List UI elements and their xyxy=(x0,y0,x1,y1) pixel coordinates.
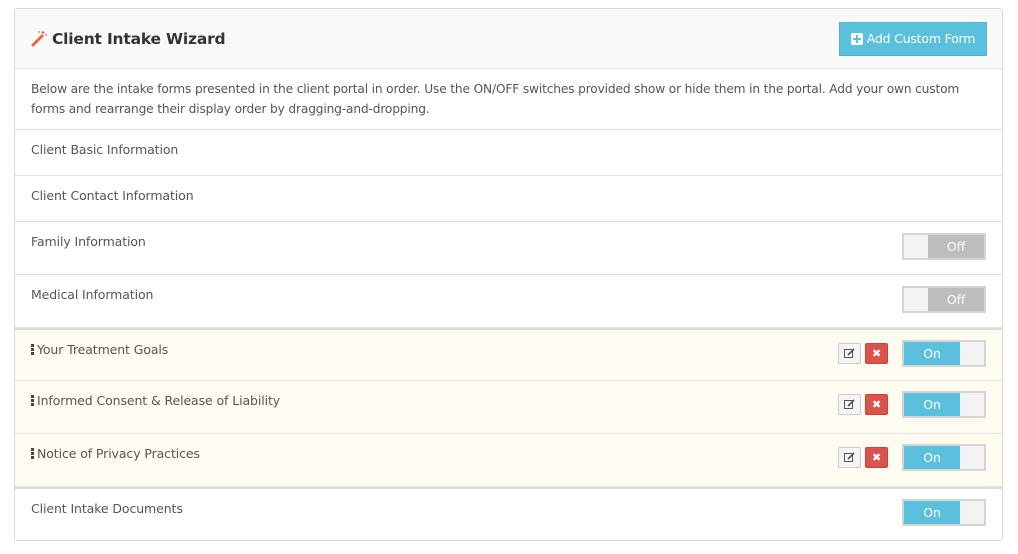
form-label: Notice of Privacy Practices xyxy=(37,446,200,461)
drag-handle-icon[interactable] xyxy=(31,447,34,460)
delete-button[interactable]: ✖ xyxy=(865,447,888,468)
edit-button[interactable] xyxy=(838,447,861,468)
form-row-your-treatment-goals[interactable]: Your Treatment Goals ✖ On xyxy=(15,328,1002,381)
drag-handle-icon[interactable] xyxy=(31,394,34,407)
toggle-state: Off xyxy=(946,239,966,254)
form-row-informed-consent[interactable]: Informed Consent & Release of Liability … xyxy=(15,381,1002,434)
toggle-knob xyxy=(960,393,984,416)
intake-wizard-panel: Client Intake Wizard Add Custom Form Bel… xyxy=(14,8,1003,541)
toggle-state: Off xyxy=(946,292,966,307)
toggle-state: On xyxy=(923,346,941,361)
edit-icon xyxy=(844,348,855,358)
delete-icon: ✖ xyxy=(871,451,882,464)
toggle-knob xyxy=(904,288,928,311)
visibility-toggle[interactable]: On xyxy=(902,444,986,471)
form-row-client-intake-documents: Client Intake Documents On xyxy=(15,487,1002,540)
form-label: Client Intake Documents xyxy=(31,501,183,516)
form-label: Your Treatment Goals xyxy=(37,342,169,357)
title-text: Client Intake Wizard xyxy=(52,29,226,48)
visibility-toggle[interactable]: Off xyxy=(902,233,986,260)
add-custom-form-button[interactable]: Add Custom Form xyxy=(839,21,987,56)
toggle-knob xyxy=(960,446,984,469)
edit-icon xyxy=(844,399,855,409)
page-title: Client Intake Wizard xyxy=(31,29,226,48)
toggle-state: On xyxy=(923,505,941,520)
form-row-family-information: Family Information Off xyxy=(15,222,1002,275)
intro-text: Below are the intake forms presented in … xyxy=(15,69,1002,130)
form-row-notice-of-privacy-practices[interactable]: Notice of Privacy Practices ✖ On xyxy=(15,434,1002,487)
form-label: Informed Consent & Release of Liability xyxy=(37,393,281,408)
toggle-knob xyxy=(960,501,984,524)
visibility-toggle[interactable]: On xyxy=(902,340,986,367)
magic-wand-icon xyxy=(31,31,47,47)
form-row-medical-information: Medical Information Off xyxy=(15,275,1002,328)
delete-button[interactable]: ✖ xyxy=(865,343,888,364)
toggle-knob xyxy=(960,342,984,365)
form-label: Medical Information xyxy=(31,287,154,302)
add-custom-form-label: Add Custom Form xyxy=(866,31,976,46)
delete-button[interactable]: ✖ xyxy=(865,394,888,415)
delete-icon: ✖ xyxy=(871,347,882,360)
toggle-state: On xyxy=(923,450,941,465)
delete-icon: ✖ xyxy=(871,398,882,411)
panel-header: Client Intake Wizard Add Custom Form xyxy=(15,9,1002,69)
visibility-toggle[interactable]: Off xyxy=(902,286,986,313)
plus-square-icon xyxy=(850,32,863,45)
visibility-toggle[interactable]: On xyxy=(902,391,986,418)
form-row-client-contact-information: Client Contact Information xyxy=(15,176,1002,222)
toggle-knob xyxy=(904,235,928,258)
form-label: Client Basic Information xyxy=(31,142,179,157)
form-label: Client Contact Information xyxy=(31,188,194,203)
visibility-toggle[interactable]: On xyxy=(902,499,986,526)
edit-button[interactable] xyxy=(838,343,861,364)
form-label: Family Information xyxy=(31,234,146,249)
form-row-client-basic-information: Client Basic Information xyxy=(15,130,1002,176)
drag-handle-icon[interactable] xyxy=(31,343,34,356)
toggle-state: On xyxy=(923,397,941,412)
edit-button[interactable] xyxy=(838,394,861,415)
edit-icon xyxy=(844,452,855,462)
